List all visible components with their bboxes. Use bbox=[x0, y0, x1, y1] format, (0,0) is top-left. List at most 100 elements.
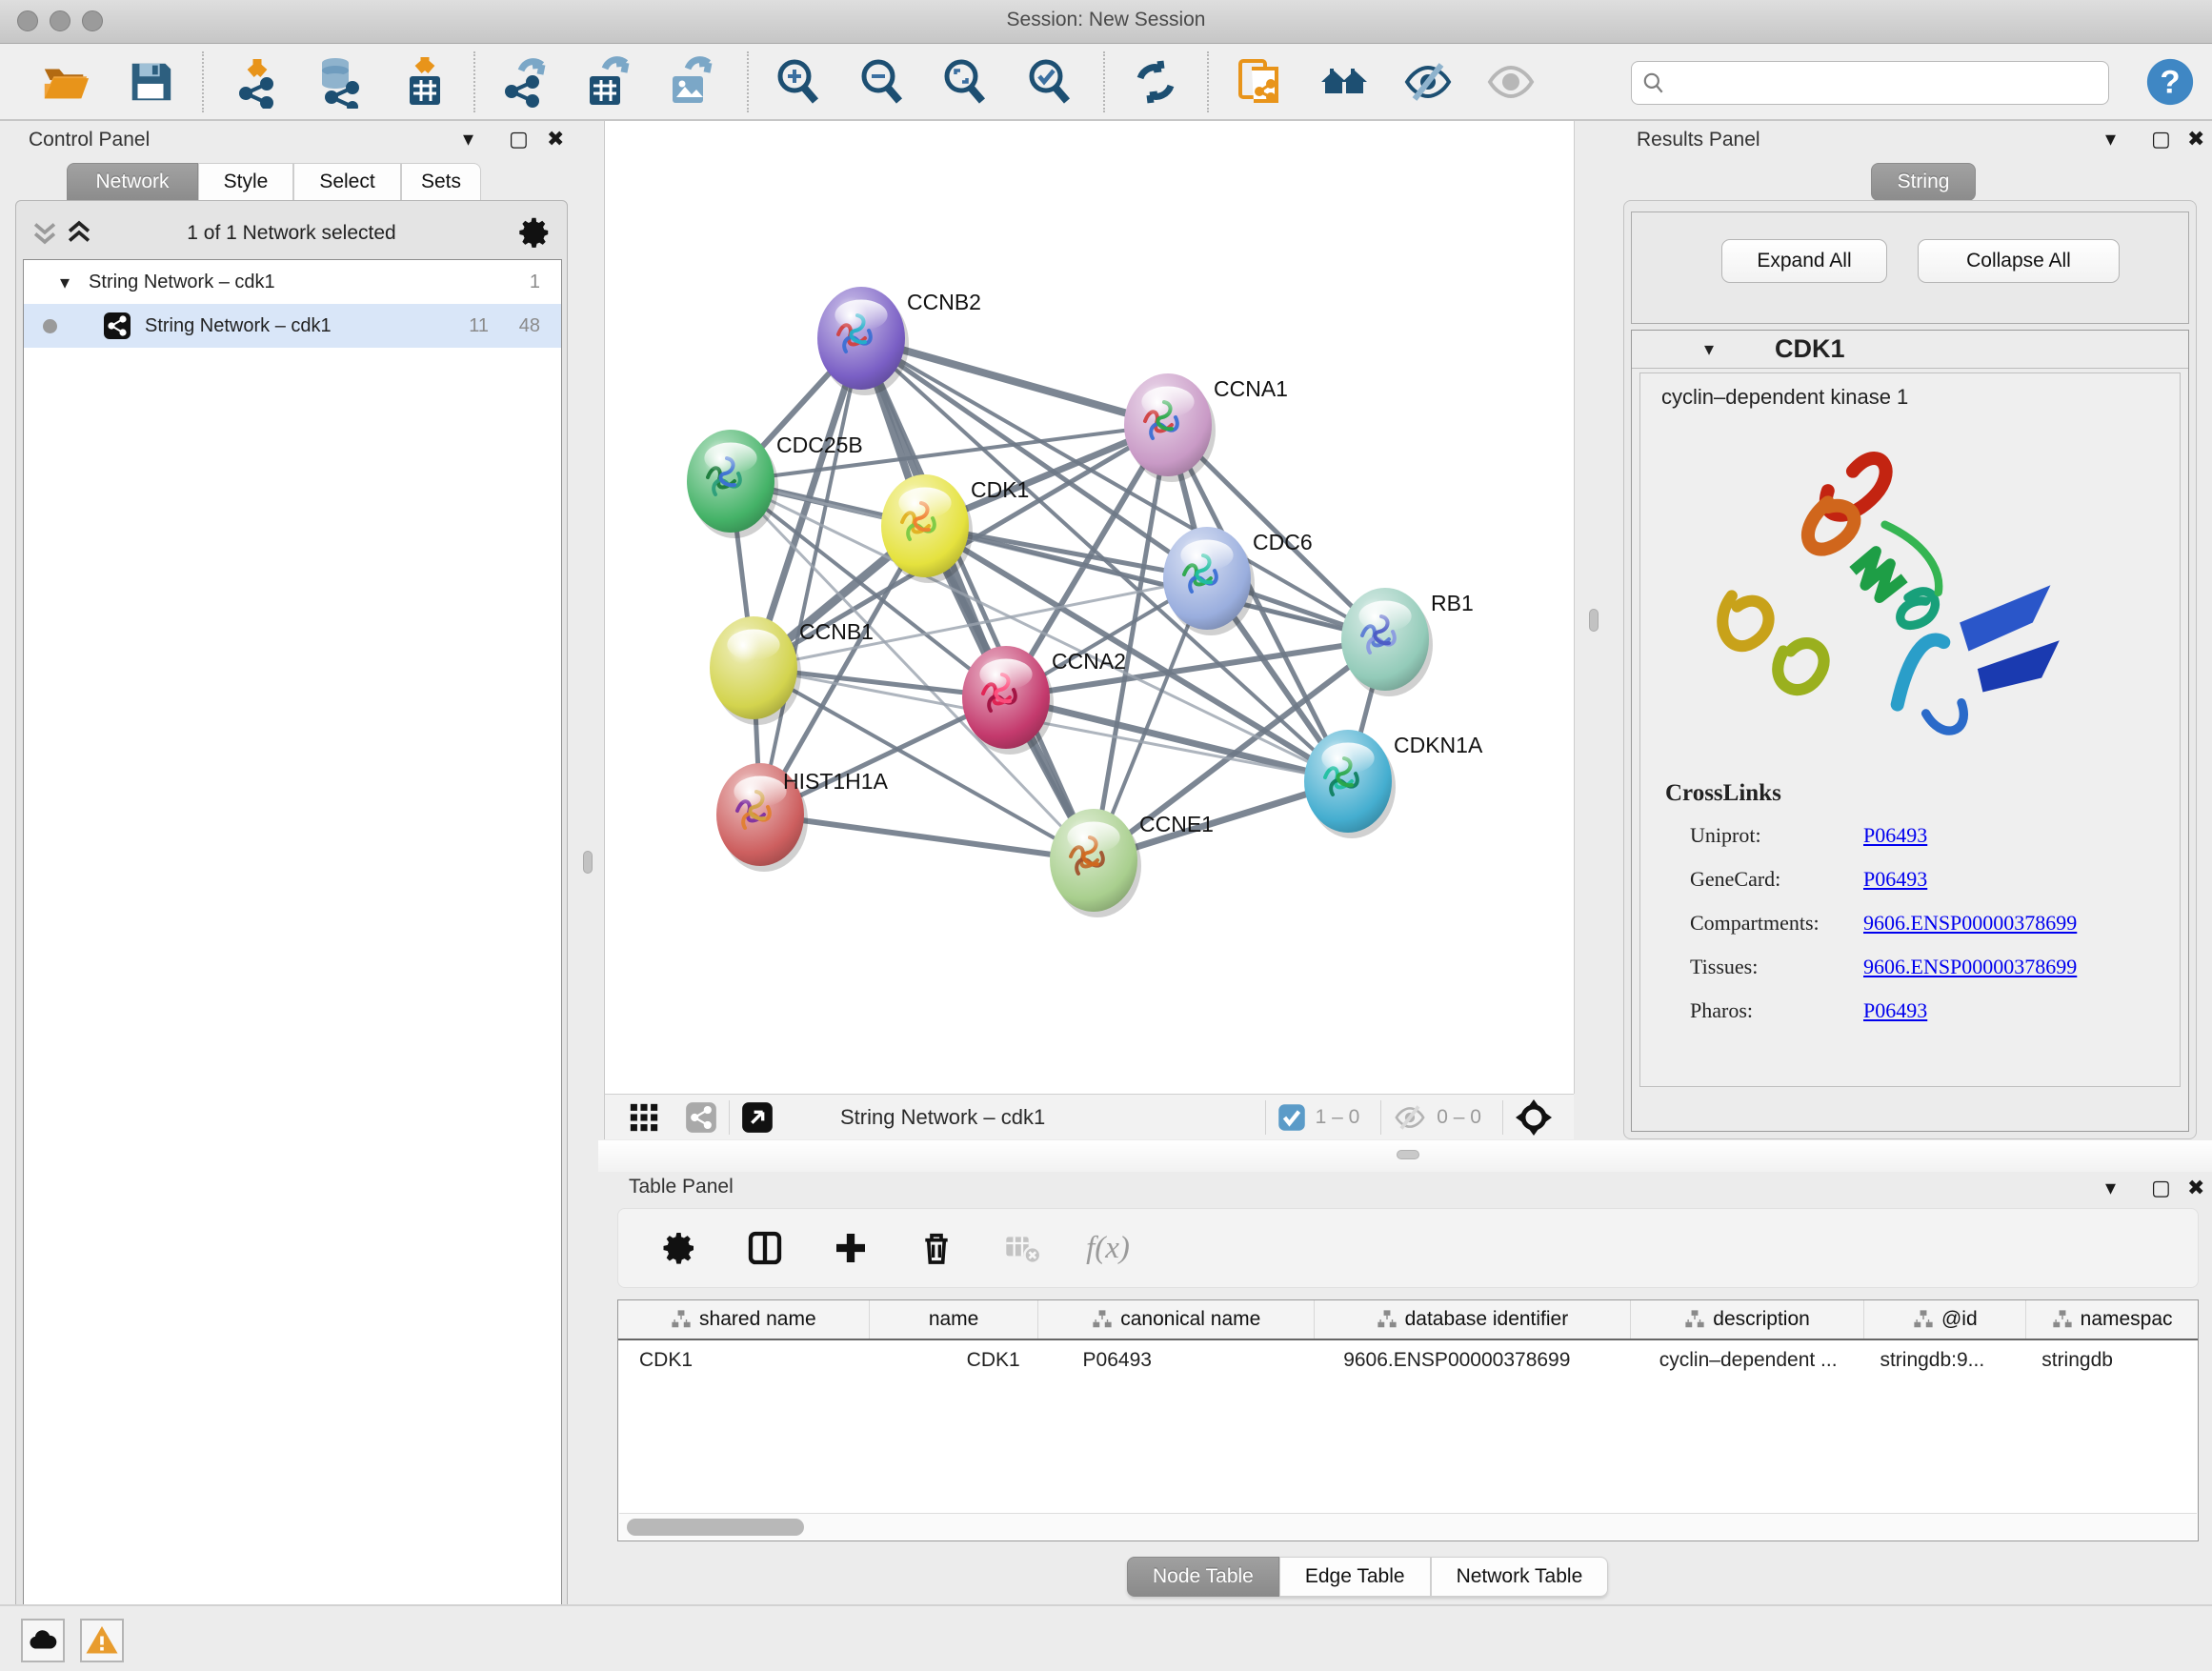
table-panel-close-button[interactable]: ✖ bbox=[2187, 1176, 2204, 1200]
node-CDK1[interactable]: CDK1 bbox=[881, 474, 1029, 583]
node-RB1[interactable]: RB1 bbox=[1341, 588, 1474, 696]
network-collection-row[interactable]: ▾ String Network – cdk1 1 bbox=[24, 260, 561, 304]
birds-eye-view-icon[interactable] bbox=[1515, 1098, 1553, 1137]
node-label-CCNA2: CCNA2 bbox=[1052, 649, 1126, 674]
gene-description: cyclin–dependent kinase 1 bbox=[1661, 385, 2180, 410]
node-CCNE1[interactable]: CCNE1 bbox=[1050, 809, 1214, 917]
create-column-icon[interactable] bbox=[826, 1223, 875, 1273]
genecard-link[interactable]: P06493 bbox=[1863, 867, 1927, 891]
open-session-icon[interactable] bbox=[36, 53, 93, 111]
column-header-name[interactable]: name bbox=[870, 1300, 1039, 1339]
node-CDC25B[interactable]: CDC25B bbox=[687, 430, 863, 538]
tissues-link[interactable]: 9606.ENSP00000378699 bbox=[1863, 955, 2077, 978]
tab-edge-table[interactable]: Edge Table bbox=[1279, 1557, 1431, 1597]
column-header-id[interactable]: @id bbox=[1864, 1300, 2026, 1339]
table-panel-float-button[interactable]: ▾ bbox=[2105, 1176, 2116, 1200]
edge-CCNB2-HIST1H1A[interactable] bbox=[760, 338, 861, 815]
tab-string[interactable]: String bbox=[1871, 163, 1976, 201]
pharos-link[interactable]: P06493 bbox=[1863, 998, 1927, 1022]
import-network-database-icon[interactable] bbox=[309, 53, 366, 111]
table-settings-gear-icon[interactable] bbox=[654, 1223, 704, 1273]
control-panel-divider-handle[interactable] bbox=[583, 851, 593, 874]
first-neighbors-icon[interactable] bbox=[1316, 53, 1373, 111]
show-columns-icon[interactable] bbox=[740, 1223, 790, 1273]
grid-mode-icon[interactable] bbox=[628, 1101, 660, 1134]
results-panel-divider[interactable] bbox=[1574, 121, 1616, 1094]
svg-text:?: ? bbox=[2160, 65, 2180, 101]
tab-node-table[interactable]: Node Table bbox=[1127, 1557, 1279, 1597]
search-input[interactable] bbox=[1666, 71, 2099, 95]
zoom-out-icon[interactable] bbox=[854, 53, 911, 111]
help-icon[interactable]: ? bbox=[2142, 53, 2199, 111]
selected-checkbox-icon[interactable] bbox=[1277, 1103, 1306, 1132]
tab-select[interactable]: Select bbox=[293, 163, 401, 201]
network-row[interactable]: String Network – cdk1 11 48 bbox=[24, 304, 561, 348]
title-bar: Session: New Session bbox=[0, 0, 2212, 44]
control-panel-float-button[interactable]: ▾ bbox=[463, 127, 473, 151]
compartments-link[interactable]: 9606.ENSP00000378699 bbox=[1863, 911, 2077, 935]
gene-entry-header[interactable]: ▾ CDK1 bbox=[1632, 331, 2188, 369]
column-header-shared-name[interactable]: shared name bbox=[618, 1300, 870, 1339]
warnings-button[interactable] bbox=[80, 1619, 124, 1662]
table-horizontal-scrollbar[interactable] bbox=[619, 1513, 2197, 1540]
column-header-description[interactable]: description bbox=[1631, 1300, 1865, 1339]
control-panel-close-button[interactable]: ✖ bbox=[547, 127, 564, 151]
zoom-fit-icon[interactable] bbox=[936, 53, 994, 111]
column-header-database-identifier[interactable]: database identifier bbox=[1315, 1300, 1631, 1339]
node-label-CCNB1: CCNB1 bbox=[799, 619, 874, 644]
save-session-icon[interactable] bbox=[122, 53, 179, 111]
refresh-view-icon[interactable] bbox=[1127, 53, 1184, 111]
divider-handle[interactable] bbox=[1589, 609, 1599, 632]
splitter-handle[interactable] bbox=[1397, 1150, 1419, 1159]
delete-columns-icon[interactable] bbox=[912, 1223, 961, 1273]
collapse-all-button[interactable]: Collapse All bbox=[1918, 239, 2120, 283]
import-network-file-icon[interactable] bbox=[229, 53, 286, 111]
results-panel-maximize-button[interactable]: ▢ bbox=[2151, 127, 2171, 151]
table-panel-maximize-button[interactable]: ▢ bbox=[2151, 1176, 2171, 1200]
zoom-in-icon[interactable] bbox=[770, 53, 827, 111]
control-panel-title: Control Panel bbox=[29, 129, 150, 151]
export-image-icon[interactable] bbox=[661, 53, 718, 111]
tab-network-table[interactable]: Network Table bbox=[1431, 1557, 1609, 1597]
uniprot-link[interactable]: P06493 bbox=[1863, 823, 1927, 847]
tab-network[interactable]: Network bbox=[67, 163, 198, 201]
node-CCNB2[interactable]: CCNB2 bbox=[817, 287, 981, 395]
view-toolbar-separator bbox=[1265, 1100, 1266, 1135]
entry-collapse-icon[interactable]: ▾ bbox=[1704, 337, 1714, 361]
hidden-eye-icon[interactable] bbox=[1393, 1100, 1427, 1135]
tab-sets[interactable]: Sets bbox=[401, 163, 481, 201]
detach-view-icon[interactable] bbox=[741, 1101, 774, 1134]
expand-all-button[interactable]: Expand All bbox=[1721, 239, 1887, 283]
results-panel-float-button[interactable]: ▾ bbox=[2105, 127, 2116, 151]
export-network-icon[interactable] bbox=[496, 53, 553, 111]
table-row[interactable]: CDK1 CDK1 P06493 9606.ENSP00000378699 cy… bbox=[618, 1340, 2198, 1380]
import-table-file-icon[interactable] bbox=[396, 53, 453, 111]
warning-icon bbox=[85, 1623, 119, 1658]
gene-entry-panel: ▾ CDK1 cyclin–dependent kinase 1 CrossLi… bbox=[1631, 330, 2189, 1132]
hide-selected-icon[interactable] bbox=[1399, 53, 1457, 111]
crosslink-row: GeneCard:P06493 bbox=[1690, 858, 2180, 902]
edge-HIST1H1A-CCNE1[interactable] bbox=[760, 815, 1094, 860]
zoom-selected-icon[interactable] bbox=[1021, 53, 1078, 111]
column-header-namespace[interactable]: namespac bbox=[2026, 1300, 2198, 1339]
column-header-canonical-name[interactable]: canonical name bbox=[1038, 1300, 1315, 1339]
search-box[interactable] bbox=[1631, 61, 2109, 105]
tab-style[interactable]: Style bbox=[198, 163, 293, 201]
node-CDKN1A[interactable]: CDKN1A bbox=[1304, 730, 1483, 838]
scrollbar-thumb[interactable] bbox=[627, 1519, 804, 1536]
clone-network-icon[interactable] bbox=[1231, 53, 1288, 111]
node-HIST1H1A[interactable]: HIST1H1A bbox=[716, 763, 889, 872]
network-canvas[interactable]: CCNB2CCNA1CDC25BCDK1CDC6RB1CCNB1CCNA2CDK… bbox=[605, 121, 1575, 1094]
cloud-status-button[interactable] bbox=[21, 1619, 65, 1662]
export-table-icon[interactable] bbox=[578, 53, 635, 111]
node-label-HIST1H1A: HIST1H1A bbox=[783, 769, 889, 794]
results-panel-close-button[interactable]: ✖ bbox=[2187, 127, 2204, 151]
collection-expand-icon[interactable]: ▾ bbox=[60, 271, 70, 294]
network-options-gear-icon[interactable] bbox=[516, 214, 553, 251]
horizontal-splitter[interactable] bbox=[598, 1140, 2212, 1172]
node-CCNA2[interactable]: CCNA2 bbox=[962, 646, 1126, 755]
control-panel-maximize-button[interactable]: ▢ bbox=[509, 127, 529, 151]
network-type-icon bbox=[103, 312, 131, 340]
node-CDC6[interactable]: CDC6 bbox=[1163, 527, 1313, 635]
network-view-mode-icon[interactable] bbox=[685, 1101, 717, 1134]
